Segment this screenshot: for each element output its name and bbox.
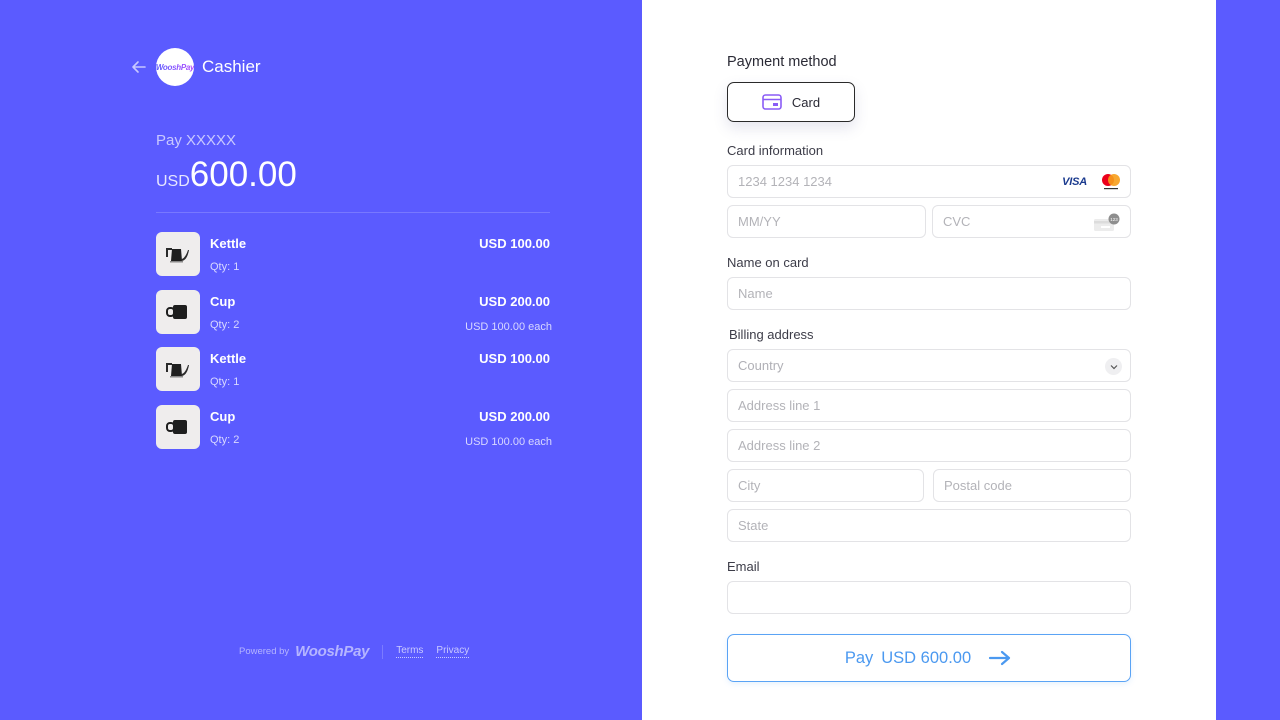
country-select-placeholder: Country (738, 358, 784, 373)
item-price: USD 100.00 (479, 236, 550, 251)
postal-code-input[interactable] (944, 478, 1130, 493)
cvc-badge-text: 123 (1110, 217, 1118, 222)
kettle-icon (166, 363, 189, 378)
city-field[interactable] (727, 469, 924, 502)
state-input[interactable] (738, 518, 1130, 533)
item-qty: Qty: 2 (210, 433, 240, 446)
visa-icon: VISA (1062, 176, 1087, 188)
item-name: Kettle (210, 351, 247, 366)
payment-method-card-label: Card (791, 94, 821, 110)
line-item: Kettle Qty: 1 USD 100.00 (156, 347, 552, 391)
item-price: USD 100.00 (479, 351, 550, 366)
card-brand-icons: VISA (1062, 173, 1122, 191)
pay-button-prefix: Pay (844, 648, 874, 667)
mastercard-icon (1102, 174, 1120, 190)
right-margin-background (1216, 0, 1280, 720)
cup-icon (166, 419, 187, 434)
product-image (156, 232, 200, 276)
name-on-card-label: Name on card (727, 255, 809, 270)
item-unit-price: USD 100.00 each (465, 321, 552, 334)
footer-brand-logo: WooshPay (295, 643, 370, 660)
kettle-icon (166, 248, 189, 263)
back-button[interactable] (129, 57, 149, 77)
state-field[interactable] (727, 509, 1131, 542)
privacy-link[interactable]: Privacy (436, 645, 470, 658)
item-name: Kettle (210, 236, 247, 251)
item-price: USD 200.00 (479, 293, 550, 309)
line-item: Cup Qty: 2 USD 200.00 USD 100.00 each (156, 289, 552, 334)
item-unit-price: USD 100.00 each (465, 436, 552, 449)
payment-method-card[interactable]: Card (727, 82, 855, 122)
pay-label: Pay XXXXX (156, 132, 237, 149)
page-title: Cashier (202, 57, 261, 76)
footer: Powered by WooshPay Terms Privacy (239, 643, 482, 660)
item-qty: Qty: 2 (210, 318, 240, 331)
city-input[interactable] (738, 478, 923, 493)
product-image (156, 289, 200, 334)
expiry-input[interactable] (738, 214, 925, 229)
pay-button-amount: USD 600.00 (881, 648, 972, 667)
footer-separator (382, 644, 384, 659)
name-field[interactable] (727, 277, 1131, 310)
email-field[interactable] (727, 581, 1131, 614)
item-price: USD 200.00 (479, 408, 550, 424)
name-input[interactable] (738, 286, 1130, 301)
total-value: 600.00 (189, 155, 297, 194)
order-summary-panel: WooshPay Cashier Pay XXXXX USD 600.00 Ke… (0, 0, 642, 720)
card-icon (762, 94, 782, 110)
address-line1-input[interactable] (738, 398, 1130, 413)
payment-form-panel: Payment method Card Card information VIS… (642, 0, 1216, 720)
cvc-card-icon: 123 (1094, 213, 1120, 231)
terms-link[interactable]: Terms (396, 645, 424, 658)
email-label: Email (727, 559, 760, 574)
total-amount: USD 600.00 (156, 155, 297, 195)
chevron-down-icon (1105, 358, 1122, 375)
payment-method-label: Payment method (727, 54, 837, 70)
email-input[interactable] (738, 590, 1130, 605)
item-name: Cup (210, 293, 236, 309)
item-name: Cup (210, 408, 236, 424)
merchant-logo: WooshPay (156, 48, 194, 86)
item-qty: Qty: 1 (210, 261, 240, 273)
arrow-right-icon (989, 650, 1011, 666)
line-item: Cup Qty: 2 USD 200.00 USD 100.00 each (156, 404, 552, 449)
cvc-field[interactable]: 123 (932, 205, 1131, 238)
address-line2-field[interactable] (727, 429, 1131, 462)
pay-button[interactable]: Pay USD 600.00 (727, 634, 1131, 682)
billing-address-label: Billing address (729, 327, 814, 342)
postal-code-field[interactable] (933, 469, 1131, 502)
divider (156, 212, 550, 213)
country-select[interactable]: Country (727, 349, 1131, 382)
expiry-field[interactable] (727, 205, 926, 238)
cup-icon (166, 304, 187, 319)
product-image (156, 404, 200, 449)
address-line1-field[interactable] (727, 389, 1131, 422)
product-image (156, 347, 200, 391)
card-number-field[interactable]: VISA (727, 165, 1131, 198)
line-item: Kettle Qty: 1 USD 100.00 (156, 232, 552, 276)
total-currency: USD (156, 173, 190, 190)
arrow-left-icon (132, 61, 146, 73)
item-qty: Qty: 1 (210, 376, 240, 388)
address-line2-input[interactable] (738, 438, 1130, 453)
logo-text: WooshPay (155, 62, 195, 72)
card-info-label: Card information (727, 143, 824, 158)
powered-by-label: Powered by (239, 646, 290, 657)
line-items: Kettle Qty: 1 USD 100.00 Cup Qty: 2 USD … (156, 232, 552, 462)
